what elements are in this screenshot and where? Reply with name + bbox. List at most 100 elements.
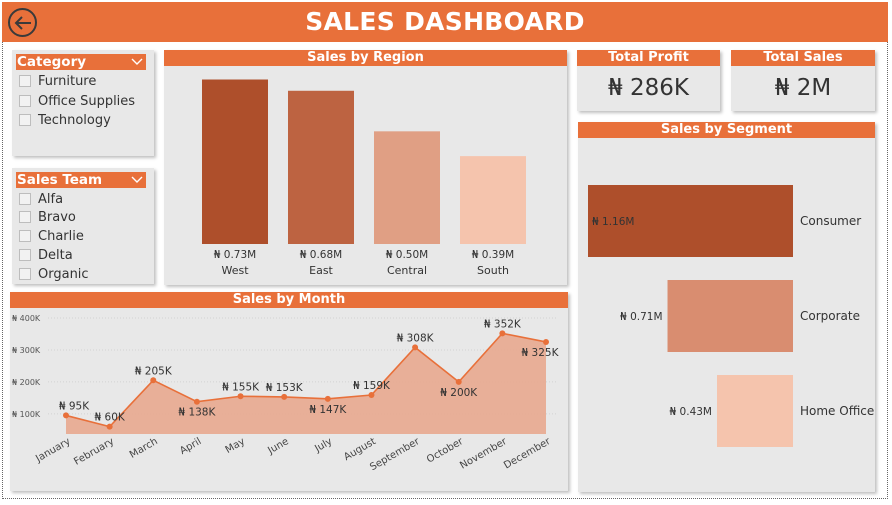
month-point[interactable] [455, 378, 462, 385]
month-point[interactable] [543, 338, 549, 345]
checkbox[interactable] [19, 249, 31, 261]
category-slicer-title: Category [17, 54, 87, 70]
option-label: Charlie [38, 228, 84, 244]
total-profit-card: Total Profit ₦ 286K [577, 50, 720, 111]
month-category-label: March [128, 436, 160, 461]
month-category-label: June [265, 436, 290, 457]
sales-team-slicer: Sales Team Alfa Bravo Charlie Delta Orga… [12, 168, 154, 284]
month-point[interactable] [150, 377, 157, 384]
region-data-label: ₦ 0.50M [386, 249, 428, 261]
month-point[interactable] [193, 398, 200, 405]
month-point[interactable] [63, 412, 69, 419]
sales-by-month-chart: ₦ 100K ₦ 200K ₦ 300K ₦ 400K ₦ 95K January ₦ 60… [12, 314, 560, 474]
month-data-label: ₦ 60K [95, 412, 126, 424]
segment-category-label: Home Office [800, 404, 874, 418]
region-data-label: ₦ 0.39M [472, 249, 514, 261]
month-data-label: ₦ 95K [59, 400, 90, 412]
month-category-label: July [312, 436, 334, 455]
month-point[interactable] [324, 395, 331, 402]
sales-by-segment-card[interactable]: Sales by Segment ₦ 1.16M Consumer ₦ 0.71M C… [578, 122, 875, 492]
sales-team-slicer-title: Sales Team [17, 172, 103, 188]
total-profit-value: ₦ 286K [608, 75, 689, 101]
category-slicer: Category Furniture Office Supplies Techn… [12, 50, 154, 156]
sales-team-option-alfa[interactable]: Alfa [19, 190, 63, 208]
chevron-down-icon [131, 58, 143, 65]
option-label: Technology [38, 112, 111, 128]
sales-team-slicer-header[interactable]: Sales Team [16, 172, 146, 188]
month-data-label: ₦ 159K [353, 380, 391, 392]
month-y-tick-label: ₦ 200K [12, 378, 41, 387]
month-category-label: April [178, 436, 203, 457]
month-point[interactable] [499, 330, 506, 337]
month-category-label: January [33, 436, 72, 465]
month-y-tick-label: ₦ 100K [12, 410, 41, 419]
total-sales-label: Total Sales [731, 50, 875, 66]
checkbox[interactable] [19, 95, 31, 107]
month-category-label: August [342, 436, 378, 463]
month-y-tick-label: ₦ 400K [12, 314, 41, 323]
total-profit-label: Total Profit [577, 50, 720, 66]
category-option-furniture[interactable]: Furniture [19, 72, 96, 90]
region-bar[interactable] [374, 131, 440, 244]
option-label: Bravo [38, 209, 76, 225]
option-label: Organic [38, 266, 89, 282]
month-point[interactable] [281, 393, 288, 400]
checkbox[interactable] [19, 75, 31, 87]
month-data-label: ₦ 205K [135, 365, 173, 377]
checkbox[interactable] [19, 230, 31, 242]
region-data-label: ₦ 0.68M [300, 249, 342, 261]
month-category-label: December [502, 436, 553, 472]
category-option-technology[interactable]: Technology [19, 111, 111, 129]
month-data-label: ₦ 153K [266, 382, 304, 394]
region-bar[interactable] [460, 156, 526, 244]
segment-category-label: Corporate [800, 309, 860, 323]
month-data-label: ₦ 147K [309, 404, 347, 416]
month-point[interactable] [237, 393, 244, 400]
option-label: Office Supplies [38, 93, 136, 109]
checkbox[interactable] [19, 268, 31, 280]
total-sales-value: ₦ 2M [774, 75, 832, 101]
sales-team-option-delta[interactable]: Delta [19, 246, 73, 264]
segment-bar[interactable] [667, 280, 793, 352]
category-slicer-header[interactable]: Category [16, 54, 146, 70]
region-category-label: Central [387, 264, 427, 277]
month-data-label: ₦ 138K [178, 407, 216, 419]
checkbox[interactable] [19, 193, 31, 205]
sales-team-option-charlie[interactable]: Charlie [19, 227, 84, 245]
segment-data-label: ₦ 0.43M [670, 406, 712, 418]
month-category-label: November [458, 436, 509, 472]
month-point[interactable] [412, 344, 419, 351]
option-label: Alfa [38, 191, 64, 207]
month-category-label: September [368, 436, 422, 474]
sales-by-segment-chart: ₦ 1.16M Consumer ₦ 0.71M Corporate ₦ 0.43M Ho… [588, 185, 874, 447]
sales-by-region-card[interactable]: Sales by Region ₦ 0.73M West ₦ 0.68M East ₦ … [164, 50, 567, 285]
region-category-label: East [309, 264, 333, 277]
chevron-down-icon [131, 176, 143, 183]
sales-by-month-card[interactable]: Sales by Month ₦ 100K ₦ 200K ₦ 300K ₦ 400K ₦… [10, 292, 568, 491]
month-y-tick-label: ₦ 300K [12, 346, 41, 355]
checkbox[interactable] [19, 114, 31, 126]
segment-data-label: ₦ 1.16M [592, 216, 634, 228]
region-data-label: ₦ 0.73M [214, 249, 256, 261]
sales-by-region-chart: ₦ 0.73M West ₦ 0.68M East ₦ 0.50M Central ₦ 0.… [202, 79, 526, 277]
region-bar[interactable] [202, 79, 268, 244]
option-label: Delta [38, 247, 73, 263]
month-data-label: ₦ 352K [484, 318, 522, 330]
page-title: SALES DASHBOARD [305, 7, 585, 36]
category-option-office-supplies[interactable]: Office Supplies [19, 92, 135, 110]
checkbox[interactable] [19, 211, 31, 223]
option-label: Furniture [38, 73, 97, 89]
sales-team-option-bravo[interactable]: Bravo [19, 208, 76, 226]
month-point[interactable] [106, 423, 113, 430]
segment-category-label: Consumer [800, 214, 861, 228]
month-category-label: February [72, 436, 116, 468]
month-data-label: ₦ 308K [397, 332, 435, 344]
region-category-label: West [221, 264, 249, 277]
total-sales-card: Total Sales ₦ 2M [731, 50, 875, 111]
region-bar[interactable] [288, 90, 354, 244]
month-data-label: ₦ 325K [522, 347, 560, 359]
segment-data-label: ₦ 0.71M [620, 311, 662, 323]
sales-team-option-organic[interactable]: Organic [19, 265, 89, 283]
segment-bar[interactable] [717, 375, 793, 447]
month-point[interactable] [368, 391, 375, 398]
